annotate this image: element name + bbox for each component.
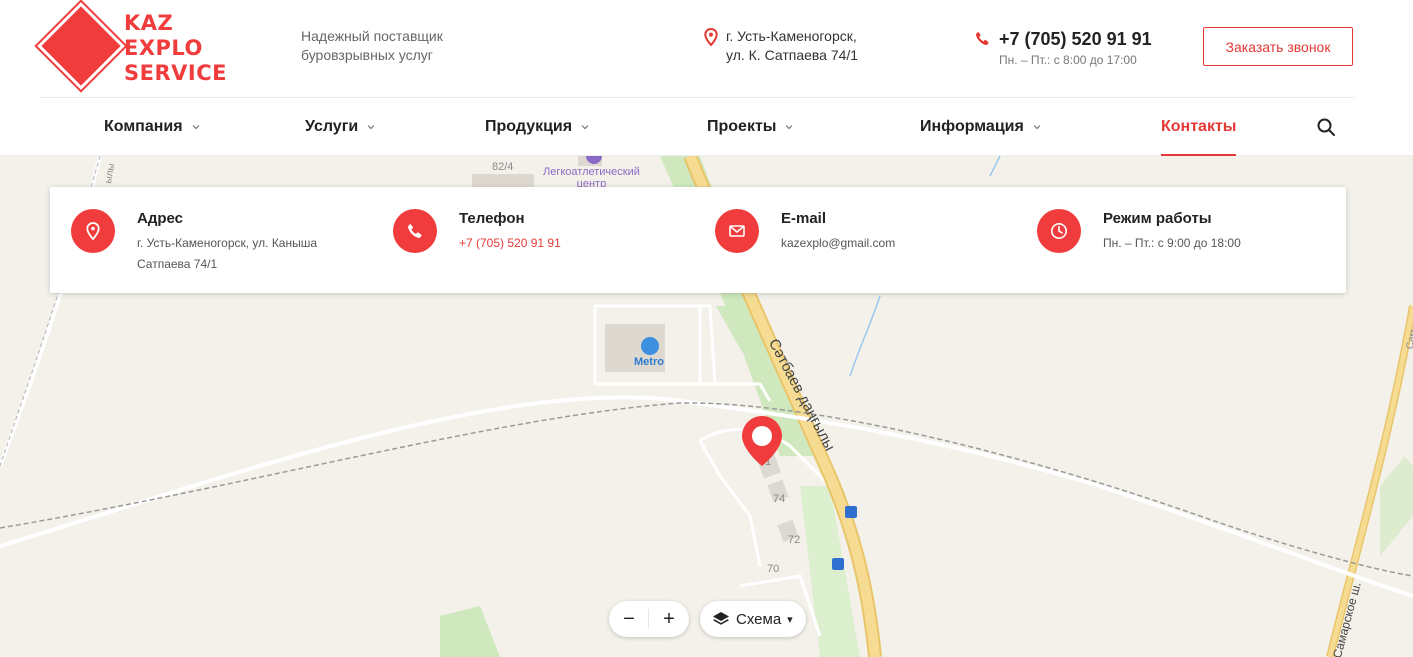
chevron-down-icon (192, 125, 199, 130)
logo-text: KAZ EXPLO SERVICE (124, 11, 227, 86)
tagline-line-2: буровзрывных услуг (301, 47, 433, 63)
nav-label: Контакты (1161, 118, 1237, 135)
contact-address-line-2: Сатпаева 74/1 (137, 257, 218, 271)
map-pin-icon (71, 209, 115, 253)
contact-address-line-1: г. Усть-Каменогорск, ул. Каныша (137, 236, 318, 250)
logo[interactable]: KAZ EXPLO SERVICE (37, 2, 242, 90)
phone-icon (393, 209, 437, 253)
mail-icon (715, 209, 759, 253)
metro-store-icon[interactable] (641, 337, 659, 355)
logo-line-2: EXPLO (124, 36, 203, 60)
contact-title: E-mail (781, 210, 827, 227)
map-pin-icon (704, 28, 718, 46)
map-label-house-72: 72 (788, 534, 801, 546)
address-line-2: ул. К. Сатпаева 74/1 (726, 47, 859, 63)
nav-item-company[interactable]: Компания (104, 98, 200, 156)
map-label-house-70: 70 (767, 563, 780, 575)
nav-label: Компания (104, 118, 183, 135)
layers-icon (713, 612, 729, 625)
chevron-down-icon (1033, 125, 1041, 130)
tagline-line-1: Надежный поставщик (301, 28, 443, 44)
address-line-1: г. Усть-Каменогорск, (726, 28, 857, 44)
zoom-separator (648, 609, 649, 629)
contact-value: г. Усть-Каменогорск, ул. Каныша Сатпаева… (137, 233, 317, 275)
header-hours: Пн. – Пт.: с 8:00 до 17:00 (999, 53, 1137, 67)
contact-title: Режим работы (1103, 210, 1212, 227)
contact-title: Телефон (459, 210, 525, 227)
zoom-control: − + (609, 601, 689, 637)
map-label-house-74: 74 (773, 493, 786, 505)
nav-item-information[interactable]: Информация (920, 98, 1041, 156)
location-marker-icon[interactable] (741, 415, 783, 467)
map-label-82-4: 82/4 (492, 161, 514, 173)
map-label-stadium-line-1: Легкоатлетический (543, 166, 640, 178)
active-underline (1161, 154, 1237, 156)
zoom-out-button[interactable]: − (609, 601, 649, 637)
nav-label: Проекты (707, 118, 777, 135)
contact-phone-link[interactable]: +7 (705) 520 91 91 (459, 233, 561, 254)
main-nav: Компания Услуги Продукция Проекты Информ… (0, 98, 1413, 156)
caret-down-icon: ▾ (787, 613, 793, 626)
chevron-down-icon (367, 125, 375, 130)
header-phone-number[interactable]: +7 (705) 520 91 91 (999, 28, 1152, 50)
header-address: г. Усть-Каменогорск, ул. К. Сатпаева 74/… (704, 27, 858, 65)
contact-value[interactable]: +7 (705) 520 91 91 (459, 233, 561, 254)
nav-item-products[interactable]: Продукция (485, 98, 589, 156)
contact-email-link[interactable]: kazexplo@gmail.com (781, 233, 895, 254)
chevron-down-icon (581, 125, 589, 130)
phone-icon (975, 31, 989, 46)
header-phone: +7 (705) 520 91 91 Пн. – Пт.: с 8:00 до … (975, 28, 1152, 67)
nav-label: Информация (920, 118, 1024, 135)
layers-label: Схема (736, 610, 782, 628)
map-label-metro[interactable]: Metro (634, 356, 664, 368)
callback-button[interactable]: Заказать звонок (1203, 27, 1353, 66)
clock-icon (1037, 209, 1081, 253)
nav-item-services[interactable]: Услуги (305, 98, 375, 156)
contacts-card: Адрес г. Усть-Каменогорск, ул. Каныша Са… (50, 187, 1346, 293)
contact-value: Пн. – Пт.: с 9:00 до 18:00 (1103, 233, 1241, 254)
logo-line-1: KAZ (124, 11, 174, 35)
tagline: Надежный поставщик буровзрывных услуг (301, 27, 501, 65)
contact-title: Адрес (137, 210, 184, 227)
nav-item-contacts[interactable]: Контакты (1161, 98, 1237, 156)
nav-label: Услуги (305, 118, 359, 135)
site-header: KAZ EXPLO SERVICE Надежный поставщик бур… (0, 0, 1413, 97)
map-layers-button[interactable]: Схема ▾ (700, 601, 806, 637)
chevron-down-icon (786, 125, 793, 130)
contact-value[interactable]: kazexplo@gmail.com (781, 233, 895, 254)
contact-hours-line: Пн. – Пт.: с 9:00 до 18:00 (1103, 236, 1241, 250)
zoom-in-button[interactable]: + (649, 601, 689, 637)
nav-item-projects[interactable]: Проекты (707, 98, 793, 156)
logo-diamond-icon (37, 2, 125, 90)
nav-label: Продукция (485, 118, 573, 135)
search-icon[interactable] (1316, 117, 1336, 137)
logo-line-3: SERVICE (124, 61, 227, 85)
